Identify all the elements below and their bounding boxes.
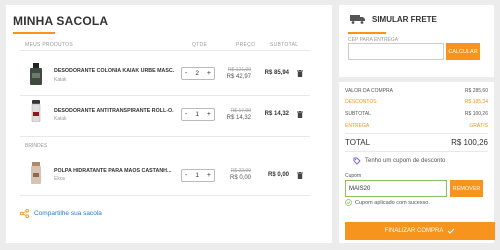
quantity-value: 2: [195, 70, 199, 77]
share-label: Compartilhe sua sacola: [34, 210, 102, 217]
plus-button[interactable]: +: [207, 111, 211, 118]
summary-row: SUBTOTAL R$ 100,26: [345, 111, 488, 117]
remove-coupon-button[interactable]: REMOVER: [450, 180, 483, 197]
product-brand: Kaiak: [54, 77, 67, 83]
quantity-stepper[interactable]: - 1 +: [181, 169, 215, 182]
coupon-input[interactable]: MAIS20: [345, 180, 447, 197]
check-circle-icon: [345, 199, 352, 206]
col-price: PREÇO: [236, 42, 256, 48]
summary-row: ENTREGA Grátis: [345, 123, 488, 129]
coupon-toggle-label: Tenho um cupom de desconto: [365, 158, 446, 164]
quantity-value: 1: [195, 111, 199, 118]
plus-button[interactable]: +: [207, 70, 211, 77]
summary-value: R$ 185,34: [464, 99, 488, 105]
product-image[interactable]: [28, 63, 44, 85]
cart-title: MINHA SACOLA: [13, 14, 109, 28]
divider: [20, 95, 310, 96]
total-label: TOTAL: [345, 138, 371, 147]
title-underline: [348, 32, 386, 34]
trash-icon[interactable]: [297, 172, 303, 179]
coupon-label: Cupom: [345, 173, 362, 179]
total-value: R$ 100,26: [451, 138, 488, 147]
price-new: R$ 42,97: [226, 74, 251, 80]
check-icon: [447, 228, 455, 234]
calculate-button[interactable]: CALCULAR: [446, 43, 480, 60]
summary-label: SUBTOTAL: [345, 111, 371, 117]
divider: [345, 133, 488, 134]
product-name[interactable]: DESODORANTE COLÔNIA KAIAK URBE MASC...: [54, 68, 174, 74]
product-name[interactable]: POLPA HIDRATANTE PARA MÃOS CASTANH...: [54, 168, 174, 174]
share-icon: [20, 209, 29, 218]
summary-row: VALOR DA COMPRA R$ 285,60: [345, 88, 488, 94]
price-new: R$ 0,00: [229, 175, 251, 181]
product-image[interactable]: [28, 162, 44, 184]
summary-row: DESCONTOS R$ 185,34: [345, 99, 488, 105]
coupon-message-text: Cupom aplicado com sucesso.: [355, 199, 430, 206]
coupon-toggle[interactable]: Tenho um cupom de desconto: [353, 157, 445, 165]
tag-icon: [353, 157, 361, 165]
checkout-button[interactable]: FINALIZAR COMPRA: [345, 222, 495, 240]
minus-button[interactable]: -: [185, 70, 187, 77]
divider: [20, 195, 310, 196]
summary-value: Grátis: [469, 123, 488, 129]
price-old: R$ 22,90: [230, 168, 251, 174]
product-brand: Ekos: [54, 176, 66, 182]
price-new: R$ 14,32: [226, 115, 251, 121]
minus-button[interactable]: -: [185, 172, 187, 179]
divider: [20, 50, 310, 51]
item-subtotal: R$ 85,94: [264, 70, 289, 76]
quantity-stepper[interactable]: - 2 +: [181, 67, 215, 80]
summary-label: DESCONTOS: [345, 99, 377, 105]
shipping-title-text: SIMULAR FRETE: [372, 14, 437, 24]
share-cart-link[interactable]: Compartilhe sua sacola: [20, 209, 102, 218]
divider: [20, 136, 310, 137]
quantity-value: 1: [195, 172, 199, 179]
gifts-label: BRINDES: [25, 143, 48, 149]
shipping-title: SIMULAR FRETE: [350, 14, 437, 24]
summary-value: R$ 100,26: [464, 111, 488, 117]
product-brand: Kaiak: [54, 116, 67, 122]
item-subtotal: R$ 14,32: [264, 111, 289, 117]
product-name[interactable]: DESODORANTE ANTITRANSPIRANTE ROLL-O...: [54, 108, 174, 114]
cep-input[interactable]: [348, 43, 444, 60]
plus-button[interactable]: +: [207, 172, 211, 179]
price-old: R$ 121,90: [227, 67, 251, 73]
divider: [345, 151, 488, 152]
total-row: TOTAL R$ 100,26: [345, 138, 488, 147]
coupon-message: Cupom aplicado com sucesso.: [345, 199, 430, 206]
summary-value: R$ 285,60: [464, 88, 488, 94]
quantity-stepper[interactable]: - 1 +: [181, 108, 215, 121]
summary-label: VALOR DA COMPRA: [345, 88, 393, 94]
item-subtotal: R$ 0,00: [267, 172, 289, 178]
trash-icon[interactable]: [297, 70, 303, 77]
product-image[interactable]: [28, 100, 44, 122]
col-products: MEUS PRODUTOS: [25, 42, 73, 48]
checkout-label: FINALIZAR COMPRA: [384, 228, 444, 234]
col-subtotal: SUBTOTAL: [270, 42, 299, 48]
col-qty: QTDE: [192, 42, 208, 48]
summary-label: ENTREGA: [345, 123, 370, 129]
price-old: R$ 17,90: [230, 108, 251, 114]
cart-panel: [6, 5, 332, 243]
title-underline: [13, 32, 55, 34]
trash-icon[interactable]: [297, 111, 303, 118]
truck-icon: [350, 15, 365, 24]
minus-button[interactable]: -: [185, 111, 187, 118]
